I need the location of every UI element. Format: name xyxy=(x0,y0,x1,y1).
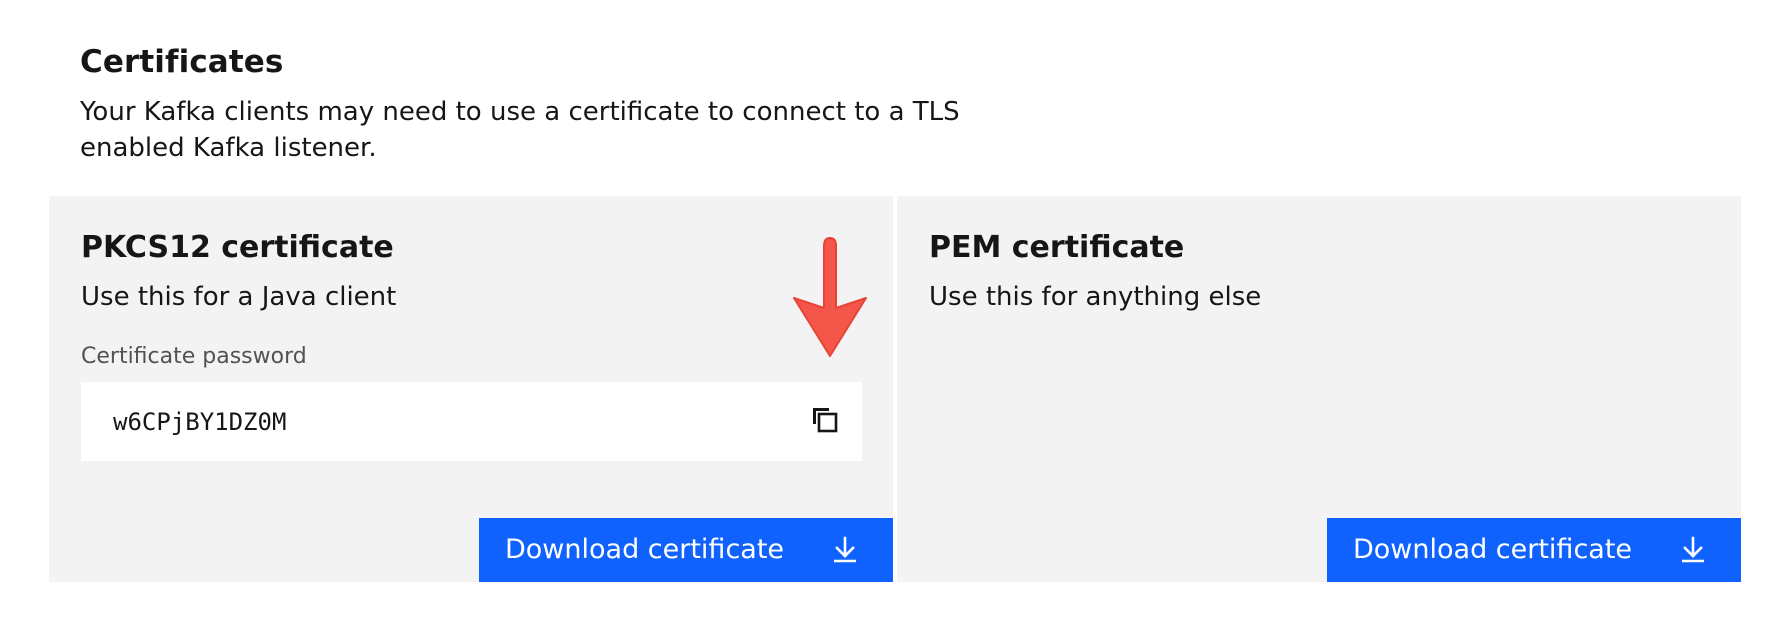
download-icon[interactable] xyxy=(1677,534,1709,566)
certificates-heading: Certificates xyxy=(80,44,284,80)
download-button-label[interactable]: Download certificate xyxy=(1353,532,1632,568)
copy-password-button[interactable] xyxy=(804,402,844,442)
pkcs12-certificate-tile: PKCS12 certificate Use this for a Java c… xyxy=(49,196,893,582)
copy-icon[interactable] xyxy=(804,402,844,442)
pkcs12-description: Use this for a Java client xyxy=(81,282,397,312)
pem-title: PEM certificate xyxy=(929,230,1185,265)
download-button-label[interactable]: Download certificate xyxy=(505,532,784,568)
certificate-password-field[interactable]: w6CPjBY1DZ0M xyxy=(81,382,862,461)
pkcs12-download-certificate-button[interactable]: Download certificate xyxy=(479,518,893,582)
pkcs12-title: PKCS12 certificate xyxy=(81,230,394,265)
certificate-password-label: Certificate password xyxy=(81,344,307,369)
certificate-password-value[interactable]: w6CPjBY1DZ0M xyxy=(113,406,286,438)
certificates-description: Your Kafka clients may need to use a cer… xyxy=(80,97,960,163)
pem-certificate-tile: PEM certificate Use this for anything el… xyxy=(897,196,1741,582)
pem-description: Use this for anything else xyxy=(929,282,1262,312)
download-icon[interactable] xyxy=(829,534,861,566)
pem-download-certificate-button[interactable]: Download certificate xyxy=(1327,518,1741,582)
